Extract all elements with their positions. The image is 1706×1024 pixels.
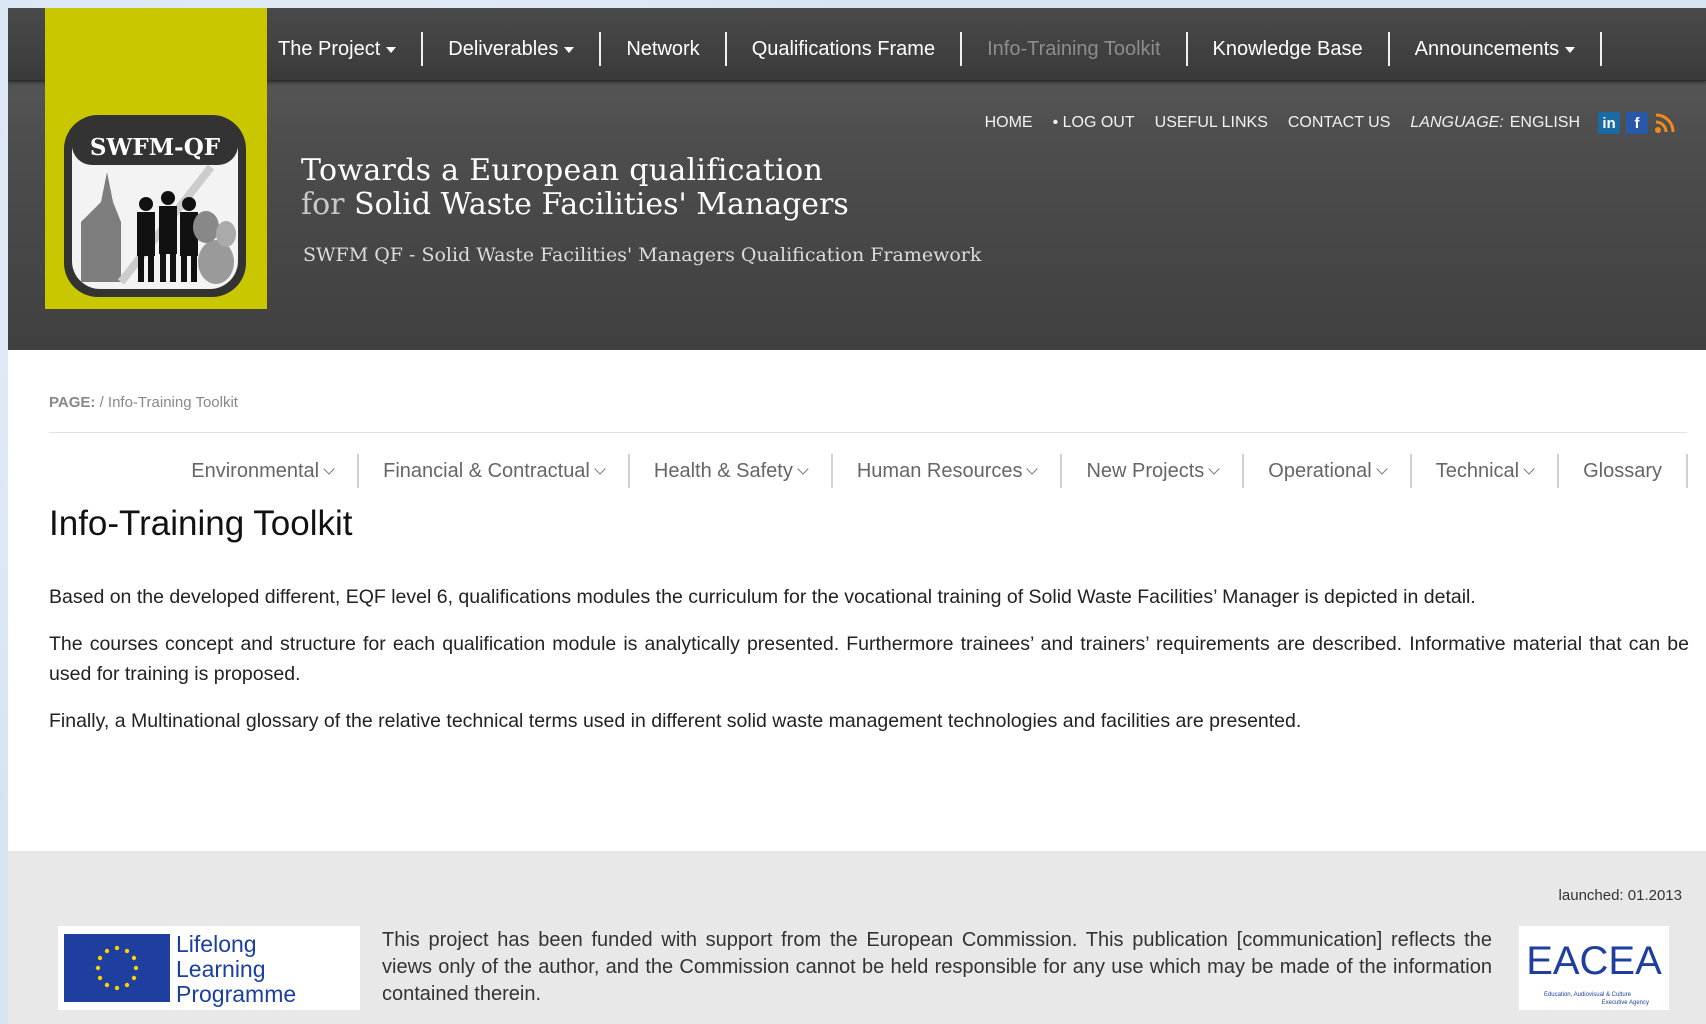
linkedin-icon[interactable]: in <box>1598 112 1620 134</box>
nav-item-announcements[interactable]: Announcements <box>1390 32 1603 66</box>
subnav-item-financial-contractual[interactable]: Financial & Contractual <box>359 454 630 488</box>
funding-disclaimer: This project has been funded with suppor… <box>382 929 1492 1005</box>
subnav-item-label: Glossary <box>1583 460 1662 482</box>
eacea-logo-subtext: Education, Audiovisual & Culture <box>1544 992 1632 998</box>
tagline-prefix: for <box>301 187 345 222</box>
useful-links-link[interactable]: USEFUL LINKS <box>1155 114 1268 132</box>
subnav-item-health-safety[interactable]: Health & Safety <box>630 454 833 488</box>
eacea-logo[interactable]: EACEA Education, Audiovisual & Culture E… <box>1519 926 1669 1010</box>
subnav-item-label: Technical <box>1435 460 1520 482</box>
header-tagline-line2: for Solid Waste Facilities' Managers <box>301 188 849 222</box>
nav-item-label: Info-Training Toolkit <box>987 38 1161 60</box>
nav-item-label: The Project <box>278 38 381 60</box>
utility-links: HOME • LOG OUT USEFUL LINKS CONTACT US L… <box>965 112 1676 134</box>
page-body: Based on the developed different, EQF le… <box>49 582 1689 753</box>
subnav-item-glossary[interactable]: Glossary <box>1559 454 1688 488</box>
chevron-down-icon <box>1026 463 1039 475</box>
caret-down-icon <box>1565 46 1576 53</box>
header-tagline: Towards a European qualification <box>301 153 824 188</box>
tagline-rest: Solid Waste Facilities' Managers <box>354 187 849 222</box>
breadcrumb: PAGE: / Info-Training Toolkit <box>49 394 238 411</box>
nav-item-label: Announcements <box>1414 38 1560 60</box>
chevron-down-icon <box>1376 463 1388 475</box>
subnav-item-label: Human Resources <box>856 460 1023 482</box>
divider <box>49 432 1687 433</box>
chevron-down-icon <box>797 463 809 475</box>
logout-link[interactable]: • LOG OUT <box>1053 114 1135 132</box>
eacea-logo-subtext: Executive Agency <box>1602 1000 1649 1006</box>
site-header: The Project Deliverables Network Qualifi… <box>8 8 1706 350</box>
caret-down-icon <box>564 46 575 53</box>
header-subtitle: SWFM QF - Solid Waste Facilities' Manage… <box>303 244 982 266</box>
nav-item-label: Deliverables <box>448 38 559 60</box>
breadcrumb-label: PAGE: <box>49 394 96 411</box>
toolkit-subnav: Environmental Financial & Contractual He… <box>167 454 1688 488</box>
contact-us-link[interactable]: CONTACT US <box>1288 114 1391 132</box>
chevron-down-icon <box>594 463 606 475</box>
eu-flag-icon <box>64 934 170 1002</box>
nav-item-network[interactable]: Network <box>601 32 727 66</box>
subnav-item-technical[interactable]: Technical <box>1412 454 1560 488</box>
llp-line: Programme <box>176 981 297 1007</box>
caret-down-icon <box>386 46 397 53</box>
subnav-item-label: Environmental <box>191 460 320 482</box>
body-paragraph: The courses concept and structure for ea… <box>49 633 1689 685</box>
nav-item-qualifications-frame[interactable]: Qualifications Frame <box>727 32 963 66</box>
subnav-item-operational[interactable]: Operational <box>1244 454 1412 488</box>
nav-item-the-project[interactable]: The Project <box>278 32 424 66</box>
subnav-item-label: Health & Safety <box>653 460 793 482</box>
page: The Project Deliverables Network Qualifi… <box>8 8 1706 1024</box>
chevron-down-icon <box>1208 463 1220 475</box>
llp-line: Lifelong <box>176 931 257 957</box>
top-nav-list: The Project Deliverables Network Qualifi… <box>278 32 1603 66</box>
social-links: in f <box>1598 112 1676 134</box>
nav-item-label: Knowledge Base <box>1212 38 1363 60</box>
llp-line: Learning <box>176 956 266 982</box>
page-title: Info-Training Toolkit <box>49 504 353 543</box>
lifelong-learning-logo[interactable]: Lifelong Learning Programme <box>58 926 360 1010</box>
body-paragraph: Finally, a Multinational glossary of the… <box>49 710 1302 732</box>
logo-panel: SWFM-QF <box>45 8 267 309</box>
nav-item-deliverables[interactable]: Deliverables <box>423 32 602 66</box>
home-link[interactable]: HOME <box>985 114 1033 132</box>
subnav-item-label: Financial & Contractual <box>383 460 590 482</box>
subnav-item-label: New Projects <box>1086 460 1205 482</box>
eacea-logo-text: EACEA <box>1526 939 1662 983</box>
nav-item-knowledge-base[interactable]: Knowledge Base <box>1188 32 1390 66</box>
launched-date: launched: 01.2013 <box>1558 887 1682 904</box>
nav-item-label: Network <box>626 38 700 60</box>
chevron-down-icon <box>1523 463 1535 475</box>
subnav-item-new-projects[interactable]: New Projects <box>1062 454 1245 488</box>
subnav-item-environmental[interactable]: Environmental <box>167 454 360 488</box>
nav-item-info-training-toolkit[interactable]: Info-Training Toolkit <box>962 32 1188 66</box>
rss-icon[interactable] <box>1654 112 1676 134</box>
logo-text: SWFM-QF <box>90 134 221 161</box>
chevron-down-icon <box>323 463 335 475</box>
language-selector[interactable]: ENGLISH <box>1510 114 1580 132</box>
body-paragraph: Based on the developed different, EQF le… <box>49 586 1476 608</box>
subnav-item-label: Operational <box>1268 460 1372 482</box>
subnav-item-human-resources[interactable]: Human Resources <box>833 454 1063 488</box>
language-label: LANGUAGE: <box>1410 114 1504 131</box>
site-logo[interactable]: SWFM-QF <box>61 112 249 300</box>
facebook-icon[interactable]: f <box>1626 112 1648 134</box>
nav-item-label: Qualifications Frame <box>751 38 936 60</box>
site-footer: launched: 01.2013 Lifelong Learning Prog… <box>8 851 1706 1024</box>
llp-text: Lifelong Learning Programme <box>176 932 296 1007</box>
breadcrumb-path: / Info-Training Toolkit <box>99 394 238 411</box>
